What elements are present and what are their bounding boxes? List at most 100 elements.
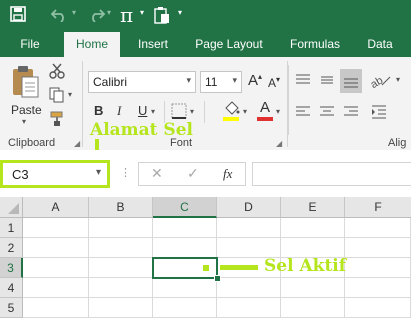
font-size-box[interactable]: 11 ▾ (200, 71, 242, 93)
redo-dropdown-icon[interactable]: ▾ (107, 8, 111, 17)
undo-dropdown-icon[interactable]: ▾ (72, 8, 76, 17)
redo-icon[interactable] (86, 6, 106, 27)
name-box-dropdown-icon[interactable]: ▾ (96, 167, 101, 178)
tab-insert[interactable]: Insert (130, 32, 176, 57)
tab-data[interactable]: Data (360, 32, 400, 57)
font-launcher-icon[interactable]: ◢ (276, 139, 282, 148)
shrink-font-button[interactable]: A▾ (268, 75, 280, 90)
grow-font-button[interactable]: A▴ (248, 72, 262, 89)
font-name-box[interactable]: Calibri ▾ (88, 71, 196, 93)
row-header-3[interactable]: 3 (0, 258, 23, 278)
svg-text:ab: ab (370, 75, 385, 89)
grid-cell[interactable] (345, 218, 411, 238)
grid-cell[interactable] (281, 278, 345, 298)
row-header-4[interactable]: 4 (0, 278, 23, 298)
grid-cell[interactable] (23, 218, 89, 238)
cancel-icon[interactable]: ✕ (151, 165, 163, 182)
align-center-button[interactable] (318, 103, 338, 123)
orientation-icon[interactable]: ab (369, 71, 394, 91)
font-name-dropdown-icon[interactable]: ▾ (186, 75, 191, 86)
name-box[interactable]: C3 ▾ (0, 160, 110, 188)
paste-label: Paste (11, 103, 42, 117)
grid-cell[interactable] (89, 278, 153, 298)
format-painter-icon[interactable] (49, 111, 65, 132)
fill-color-dropdown-icon[interactable]: ▾ (243, 107, 247, 116)
grid-cell[interactable] (217, 278, 281, 298)
tab-file[interactable]: File (10, 32, 50, 57)
grid-cell[interactable] (89, 258, 153, 278)
paste-button[interactable]: Paste ▾ (8, 65, 42, 126)
grid-cell[interactable] (281, 218, 345, 238)
grid-cell[interactable] (89, 218, 153, 238)
grid-cell[interactable] (23, 238, 89, 258)
wrap-text-button[interactable] (294, 71, 314, 91)
grid-cell[interactable] (217, 218, 281, 238)
clipboard-launcher-icon[interactable]: ◢ (74, 139, 80, 148)
tab-page-layout[interactable]: Page Layout (188, 32, 270, 57)
tab-home[interactable]: Home (64, 32, 120, 57)
fill-handle[interactable] (214, 275, 221, 282)
cut-icon[interactable] (49, 63, 65, 84)
grid-cell[interactable] (153, 218, 217, 238)
font-color-icon[interactable]: A (257, 99, 273, 123)
grid-cell[interactable] (217, 238, 281, 258)
column-header-e[interactable]: E (281, 197, 345, 218)
grid-cell[interactable] (153, 278, 217, 298)
indent-button[interactable] (370, 103, 390, 123)
align-bottom-button[interactable] (340, 69, 362, 93)
bold-button[interactable]: B (94, 103, 103, 118)
formula-bar: C3 ▾ ⋮ ✕ ✓ fx (0, 150, 411, 196)
grid-cell[interactable] (281, 298, 345, 318)
grid-cell[interactable] (217, 298, 281, 318)
grid-cell[interactable] (153, 298, 217, 318)
grid-cell[interactable] (153, 238, 217, 258)
save-icon[interactable] (10, 6, 26, 22)
column-header-a[interactable]: A (23, 197, 89, 218)
align-middle-button[interactable] (318, 71, 338, 91)
tab-formulas[interactable]: Formulas (282, 32, 348, 57)
paste-dropdown-icon[interactable]: ▾ (22, 117, 26, 126)
active-cell-annotation: Sel Aktif (264, 256, 347, 276)
pi-dropdown-icon[interactable]: ▾ (140, 8, 144, 17)
grid-cell[interactable] (345, 298, 411, 318)
grid-cell[interactable] (23, 258, 89, 278)
grid-cell[interactable] (345, 258, 411, 278)
underline-button[interactable]: U (138, 103, 147, 118)
formula-input[interactable] (252, 162, 411, 186)
column-header-f[interactable]: F (345, 197, 411, 218)
orientation-dropdown-icon[interactable]: ▾ (396, 75, 400, 84)
grid-cell[interactable] (89, 298, 153, 318)
column-header-d[interactable]: D (217, 197, 281, 218)
grid-cell[interactable] (345, 278, 411, 298)
clipboard-group-label: Clipboard (8, 137, 56, 149)
grid-cell[interactable] (345, 238, 411, 258)
font-size-dropdown-icon[interactable]: ▾ (232, 75, 237, 86)
customize-toolbar-icon[interactable]: ▾ (178, 8, 182, 17)
formula-bar-grip[interactable]: ⋮ (120, 166, 131, 179)
row-header-2[interactable]: 2 (0, 238, 23, 258)
column-header-c[interactable]: C (153, 197, 217, 218)
copy-dropdown-icon[interactable]: ▾ (68, 90, 72, 99)
grid-cell[interactable] (281, 238, 345, 258)
paste-special-icon[interactable] (154, 6, 170, 29)
font-color-dropdown-icon[interactable]: ▾ (276, 107, 280, 116)
column-header-b[interactable]: B (89, 197, 153, 218)
grid-cell[interactable] (23, 278, 89, 298)
grid-cell[interactable] (23, 298, 89, 318)
function-icon[interactable]: fx (223, 166, 232, 182)
border-dropdown-icon[interactable]: ▾ (190, 107, 194, 116)
row-header-5[interactable]: 5 (0, 298, 23, 318)
divider (82, 61, 83, 147)
row-header-1[interactable]: 1 (0, 218, 23, 238)
undo-icon[interactable] (50, 6, 70, 27)
italic-button[interactable]: I (117, 103, 121, 119)
underline-dropdown-icon[interactable]: ▾ (151, 107, 155, 116)
grid-cell[interactable] (89, 238, 153, 258)
select-all-corner[interactable] (0, 197, 23, 218)
pi-icon[interactable]: π (120, 3, 133, 27)
align-right-button[interactable] (342, 103, 362, 123)
enter-icon[interactable]: ✓ (187, 165, 199, 182)
copy-icon[interactable] (49, 87, 65, 108)
fill-color-icon[interactable] (222, 100, 240, 127)
align-left-button[interactable] (294, 103, 314, 123)
